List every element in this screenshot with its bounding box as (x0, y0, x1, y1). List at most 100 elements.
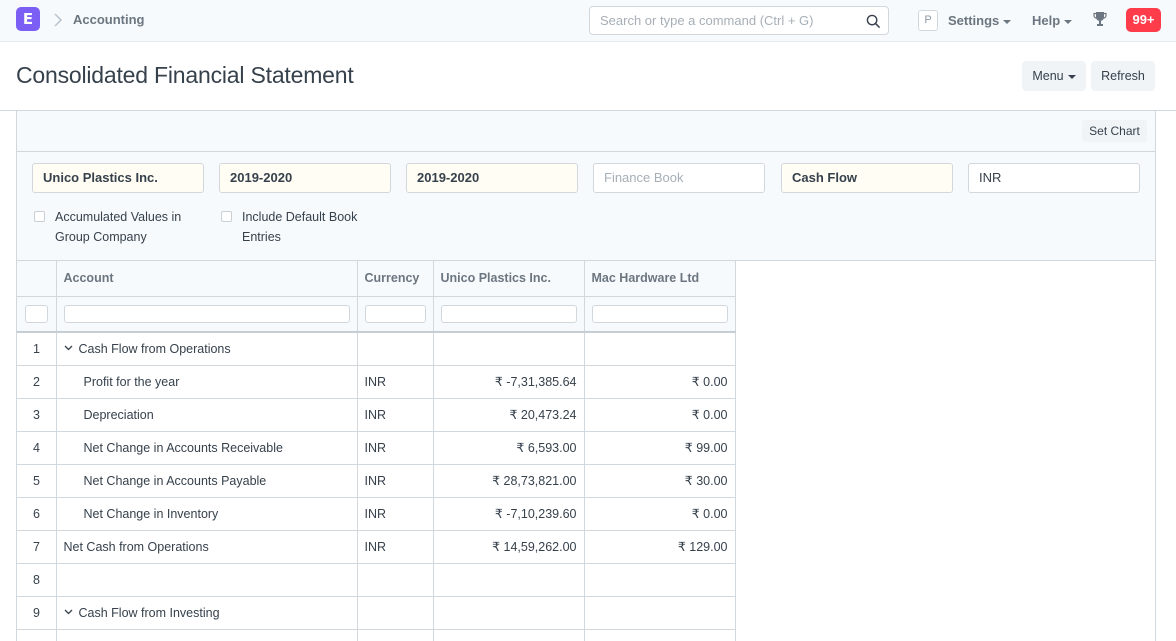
table-row[interactable]: 2 Profit for the year INR ₹ -7,31,385.64… (17, 365, 736, 399)
collapse-chevron-icon[interactable] (64, 345, 73, 351)
unico-filter-cell (433, 296, 585, 333)
search-icon[interactable] (866, 14, 881, 29)
account-cell[interactable]: Profit for the year (56, 365, 358, 399)
checkbox[interactable] (34, 211, 45, 222)
breadcrumb-chevron-icon (54, 13, 63, 27)
account-cell[interactable] (56, 563, 358, 597)
currency-cell: INR (357, 530, 434, 564)
account-cell[interactable]: Depreciation (56, 398, 358, 432)
breadcrumb-accounting[interactable]: Accounting (73, 12, 145, 27)
row-number: 8 (17, 563, 57, 597)
include-default-book-label: Include Default Book Entries (242, 210, 358, 244)
chevron-down-icon (1003, 19, 1012, 24)
account-name: Cash Flow from Operations (78, 341, 231, 356)
presentation-currency-field[interactable]: INR (968, 163, 1140, 193)
currency-cell (357, 629, 434, 641)
mac-amount-cell: ₹ 129.00 (584, 530, 736, 564)
row-number: 4 (17, 431, 57, 465)
account-cell[interactable]: Net Cash from Operations (56, 530, 358, 564)
column-header-unico[interactable]: Unico Plastics Inc. (433, 261, 585, 297)
mac-amount-cell (584, 596, 736, 630)
row-filter-input[interactable] (25, 304, 48, 323)
include-default-book-checkbox[interactable]: Include Default Book Entries (221, 207, 391, 247)
chart-area: Set Chart (17, 111, 1155, 152)
table-row[interactable]: 3 Depreciation INR ₹ 20,473.24 ₹ 0.00 (17, 398, 736, 432)
user-avatar[interactable]: P (918, 10, 938, 31)
currency-cell: INR (357, 398, 434, 432)
mac-amount-cell (584, 332, 736, 366)
account-cell[interactable]: Net Change in Accounts Payable (56, 464, 358, 498)
report-table: Account Currency Unico Plastics Inc. Mac… (17, 261, 736, 641)
table-row[interactable]: 9 Cash Flow from Investing (17, 596, 736, 630)
refresh-button[interactable]: Refresh (1091, 61, 1155, 91)
row-number: 6 (17, 497, 57, 531)
unico-amount-cell (433, 629, 585, 641)
mac-amount-cell (584, 563, 736, 597)
unico-amount-cell: ₹ -7,31,385.64 (433, 365, 585, 399)
currency-cell: INR (357, 497, 434, 531)
app-logo[interactable]: E (16, 7, 40, 31)
unico-amount-cell: ₹ 6,593.00 (433, 431, 585, 465)
currency-cell: INR (357, 464, 434, 498)
account-cell[interactable]: Cash Flow from Operations (56, 332, 358, 366)
navbar: E Accounting P Settings Help 99+ (0, 0, 1176, 42)
account-cell[interactable]: Net Change in Accounts Receivable (56, 431, 358, 465)
row-number-header (17, 261, 57, 297)
column-header-currency[interactable]: Currency (357, 261, 434, 297)
table-row[interactable]: 5 Net Change in Accounts Payable INR ₹ 2… (17, 464, 736, 498)
table-row[interactable]: 7 Net Cash from Operations INR ₹ 14,59,2… (17, 530, 736, 564)
finance-book-field[interactable]: Finance Book (593, 163, 765, 193)
unico-filter-input[interactable] (440, 304, 577, 323)
currency-filter-input[interactable] (364, 304, 426, 323)
currency-cell: INR (357, 431, 434, 465)
table-row[interactable]: 4 Net Change in Accounts Receivable INR … (17, 431, 736, 465)
help-dropdown[interactable]: Help (1032, 13, 1073, 28)
menu-button[interactable]: Menu (1022, 61, 1086, 91)
from-fiscal-year-field[interactable]: 2019-2020 (219, 163, 391, 193)
search-input[interactable] (600, 13, 855, 28)
column-header-account[interactable]: Account (56, 261, 358, 297)
row-number: 1 (17, 332, 57, 366)
account-name: Cash Flow from Investing (78, 605, 220, 620)
account-cell[interactable]: Cash Flow from Investing (56, 596, 358, 630)
mac-amount-cell: ₹ 99.00 (584, 431, 736, 465)
search-bar[interactable] (589, 6, 889, 35)
table-row[interactable] (17, 629, 736, 641)
to-fiscal-year-field[interactable]: 2019-2020 (406, 163, 578, 193)
filter-area: Unico Plastics Inc. 2019-2020 2019-2020 … (17, 152, 1155, 261)
mac-filter-input[interactable] (591, 304, 728, 323)
collapse-chevron-icon[interactable] (64, 609, 73, 615)
trophy-icon[interactable] (1093, 11, 1107, 27)
account-cell[interactable] (56, 629, 358, 641)
currency-cell (357, 563, 434, 597)
accumulated-values-checkbox[interactable]: Accumulated Values in Group Company (34, 207, 204, 247)
menu-button-label: Menu (1032, 69, 1064, 83)
currency-cell: INR (357, 365, 434, 399)
checkbox[interactable] (221, 211, 232, 222)
table-row[interactable]: 1 Cash Flow from Operations (17, 332, 736, 366)
report-container: Set Chart Unico Plastics Inc. 2019-2020 … (16, 111, 1156, 641)
table-row[interactable]: 8 (17, 563, 736, 597)
unico-amount-cell: ₹ 20,473.24 (433, 398, 585, 432)
mac-filter-cell (584, 296, 736, 333)
currency-filter-cell (357, 296, 434, 333)
mac-amount-cell: ₹ 0.00 (584, 398, 736, 432)
row-number: 5 (17, 464, 57, 498)
row-filter-cell (17, 296, 57, 333)
notifications-badge[interactable]: 99+ (1126, 8, 1161, 32)
unico-amount-cell: ₹ 28,73,821.00 (433, 464, 585, 498)
unico-amount-cell (433, 332, 585, 366)
account-filter-input[interactable] (63, 304, 350, 323)
table-row[interactable]: 6 Net Change in Inventory INR ₹ -7,10,23… (17, 497, 736, 531)
account-cell[interactable]: Net Change in Inventory (56, 497, 358, 531)
unico-amount-cell: ₹ -7,10,239.60 (433, 497, 585, 531)
unico-amount-cell (433, 596, 585, 630)
unico-amount-cell (433, 563, 585, 597)
chevron-down-icon (1067, 74, 1076, 79)
set-chart-button[interactable]: Set Chart (1082, 120, 1147, 142)
report-type-field[interactable]: Cash Flow (781, 163, 953, 193)
company-field[interactable]: Unico Plastics Inc. (32, 163, 204, 193)
row-number: 3 (17, 398, 57, 432)
settings-dropdown[interactable]: Settings (948, 13, 1012, 28)
column-header-mac[interactable]: Mac Hardware Ltd (584, 261, 736, 297)
